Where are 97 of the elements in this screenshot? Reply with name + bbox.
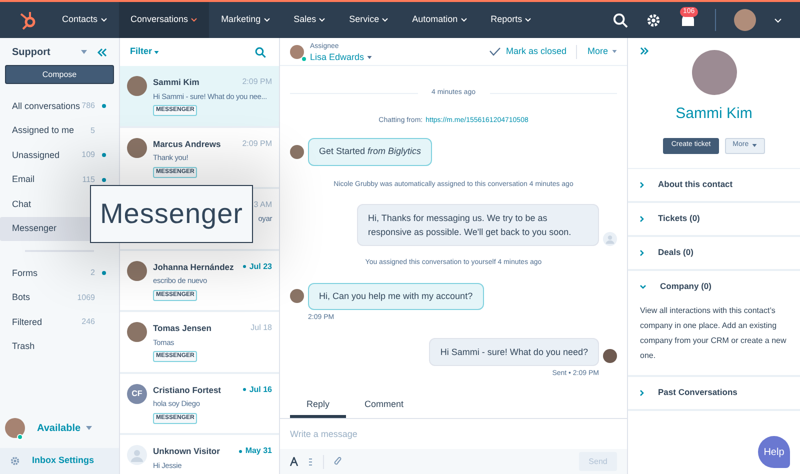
chevron-right-icon bbox=[640, 216, 644, 222]
caret-icon bbox=[460, 18, 467, 22]
checkmark-icon[interactable] bbox=[488, 47, 501, 56]
message-time: 3 AM bbox=[254, 199, 272, 211]
inbox-item[interactable]: Assigned to me 5 bbox=[0, 118, 114, 143]
initials-avatar: CF bbox=[127, 384, 147, 404]
chevron-right-icon bbox=[640, 250, 644, 256]
composer-tab[interactable]: Reply bbox=[290, 394, 346, 418]
contact-name: Sammi Kim bbox=[153, 76, 200, 89]
nav-tab[interactable]: Service bbox=[337, 2, 400, 38]
message-time: Jul 23 bbox=[249, 260, 272, 273]
contact-photo bbox=[692, 50, 736, 95]
caret-icon bbox=[752, 144, 757, 147]
inbox-item-label: Assigned to me bbox=[12, 124, 74, 137]
contact-name: Cristiano Fortest bbox=[153, 384, 222, 396]
caret-icon bbox=[191, 18, 198, 22]
chevron-right-icon bbox=[640, 390, 644, 396]
compose-button[interactable]: Compose bbox=[5, 65, 114, 84]
caret-icon[interactable] bbox=[774, 18, 782, 22]
filter-dropdown[interactable]: Filter bbox=[130, 45, 152, 59]
section-header[interactable]: About this contact bbox=[628, 168, 800, 200]
item-count: 786 bbox=[82, 100, 95, 112]
chevron-down-icon bbox=[640, 284, 646, 288]
inbox-item-label: Chat bbox=[12, 198, 32, 210]
caret-icon bbox=[319, 18, 326, 22]
contact-name: Unknown Visitor bbox=[153, 445, 220, 458]
message-time: 2:09 PM bbox=[242, 76, 272, 88]
caret-icon bbox=[264, 18, 270, 22]
incoming-message: Get Started from Biglytics bbox=[308, 138, 432, 166]
item-count: 1069 bbox=[77, 292, 95, 304]
contact-photo bbox=[290, 289, 304, 304]
outgoing-message: Hi, Thanks for messaging us. We try to be as responsive as possible. We'll get back to you soon. bbox=[357, 204, 599, 246]
inbox-item[interactable]: Forms 2 bbox=[0, 261, 114, 286]
section-header[interactable]: Company (0) bbox=[628, 270, 800, 302]
search-icon[interactable] bbox=[613, 12, 628, 28]
inbox-item-label: Unassigned bbox=[12, 148, 60, 162]
collapse-icon[interactable] bbox=[97, 48, 107, 56]
assignee-avatar bbox=[290, 44, 304, 58]
user-avatar bbox=[5, 418, 25, 438]
inbox-item[interactable]: Filtered 246 bbox=[0, 310, 114, 334]
inbox-name[interactable]: Support bbox=[12, 44, 50, 60]
outgoing-message: Hi Sammi - sure! What do you need? bbox=[429, 338, 599, 366]
inbox-item-label: Trash bbox=[12, 340, 35, 353]
nav-tab[interactable]: Automation bbox=[400, 2, 479, 38]
caret-icon bbox=[525, 18, 532, 22]
item-count: 5 bbox=[90, 124, 95, 137]
paperclip-icon[interactable] bbox=[334, 457, 342, 466]
message-time: Jul 18 bbox=[250, 322, 272, 334]
message-input-field[interactable]: Write a message bbox=[280, 419, 627, 450]
section-header[interactable]: Deals (0) bbox=[628, 236, 800, 268]
contact-name: Johanna Hernández bbox=[153, 260, 234, 274]
nav-tab[interactable]: Contacts bbox=[50, 2, 119, 38]
message-time: Jul 16 bbox=[249, 384, 272, 396]
section-header[interactable]: Past Conversations bbox=[628, 376, 800, 408]
help-button[interactable]: Help bbox=[758, 436, 790, 468]
inbox-item[interactable]: All conversations 786 bbox=[0, 94, 114, 118]
section-header[interactable]: Tickets (0) bbox=[628, 202, 800, 234]
more-dropdown[interactable]: More bbox=[587, 44, 608, 58]
item-count: 246 bbox=[82, 316, 95, 328]
inbox-item[interactable]: Unassigned 109 bbox=[0, 143, 114, 168]
contact-name: Marcus Andrews bbox=[153, 138, 221, 150]
caret-icon[interactable] bbox=[367, 56, 372, 58]
caret-icon bbox=[382, 18, 388, 22]
section-description: View all interactions with this contact’s company in one place. Add an existing company from your CRM or create a new one. bbox=[639, 304, 788, 362]
message-time: 2:09 PM bbox=[242, 138, 272, 150]
inbox-item-label: Bots bbox=[12, 291, 30, 304]
composer-tab[interactable]: Comment bbox=[356, 394, 412, 418]
item-count: 115 bbox=[82, 174, 95, 186]
inbox-item-label: Messenger bbox=[12, 222, 57, 235]
snippet-icon[interactable] bbox=[308, 458, 313, 466]
inbox-item[interactable]: Trash bbox=[0, 334, 114, 359]
inbox-item[interactable]: Bots 1069 bbox=[0, 286, 114, 310]
item-count: 109 bbox=[82, 149, 95, 162]
inbox-item-label: Email bbox=[12, 173, 35, 186]
inbox-item[interactable]: Email 115 bbox=[0, 168, 114, 192]
sprocket-logo-icon[interactable] bbox=[18, 10, 38, 30]
visitor-avatar-icon bbox=[127, 445, 147, 465]
inbox-item-label: Forms bbox=[12, 266, 38, 280]
contact-photo bbox=[290, 144, 304, 159]
incoming-message: Hi, Can you help me with my account? bbox=[308, 282, 484, 310]
text-format-icon[interactable] bbox=[290, 457, 298, 466]
nav-tab[interactable]: Sales bbox=[282, 2, 338, 38]
nav-tab[interactable]: Conversations bbox=[118, 2, 210, 38]
mark-as-closed-button[interactable]: Mark as closed bbox=[506, 44, 566, 58]
nav-tab[interactable]: Reports bbox=[478, 2, 544, 38]
chevron-right-icon bbox=[640, 182, 644, 188]
inbox-item-label: Filtered bbox=[12, 316, 42, 328]
expand-icon[interactable] bbox=[640, 47, 649, 55]
inbox-item-label: All conversations bbox=[12, 100, 80, 112]
nav-tab[interactable]: Marketing bbox=[209, 2, 282, 38]
user-avatar[interactable] bbox=[734, 9, 756, 31]
message-time: May 31 bbox=[245, 445, 272, 458]
assignee-dropdown[interactable]: Lisa Edwards bbox=[310, 52, 364, 62]
contact-name: Tomas Jensen bbox=[153, 322, 212, 335]
contact-name: Sammi Kim bbox=[676, 104, 752, 124]
item-count: 2 bbox=[90, 267, 95, 280]
caret-icon bbox=[100, 18, 107, 22]
